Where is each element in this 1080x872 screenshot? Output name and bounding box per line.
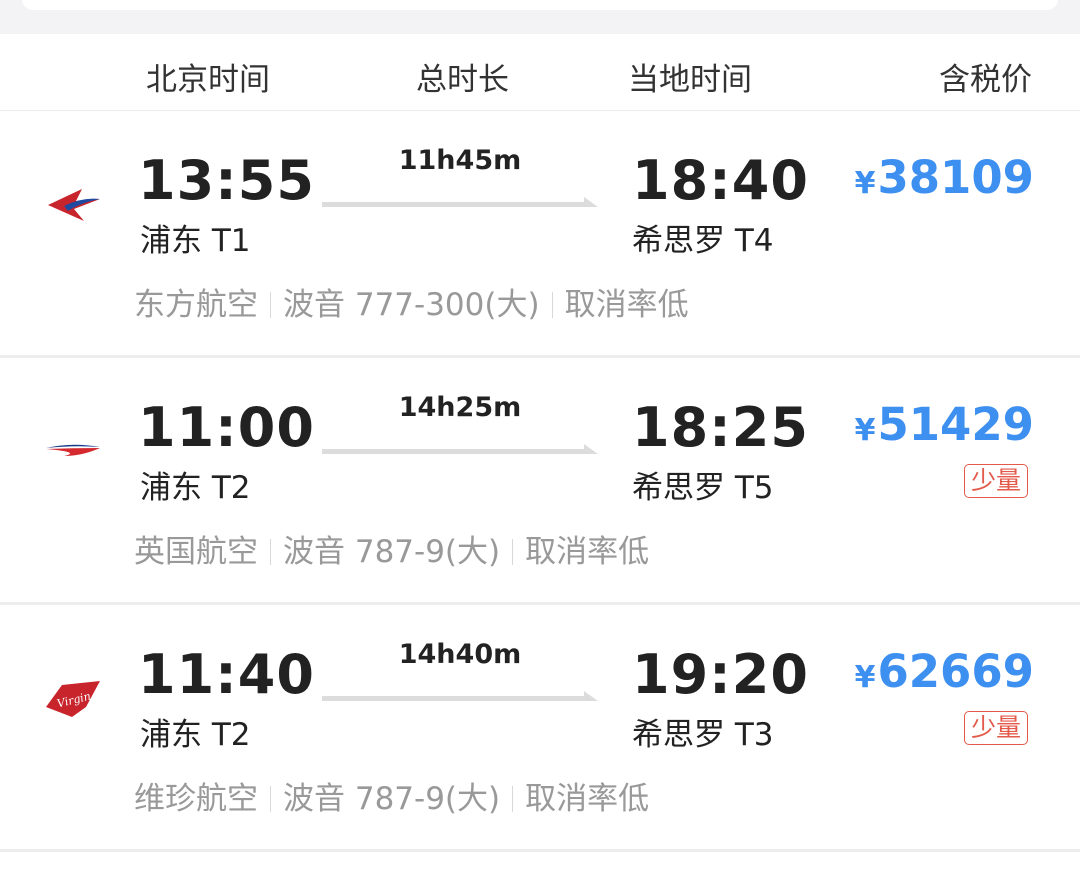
currency-symbol: ¥ — [854, 413, 876, 448]
departure-terminal: 浦东 T1 — [140, 223, 251, 259]
price-value: 62669 — [877, 645, 1034, 698]
airline-name: 东方航空 — [134, 287, 258, 323]
divider — [270, 539, 271, 565]
aircraft-type: 波音 787-9(大) — [283, 781, 501, 817]
aircraft-type: 波音 787-9(大) — [283, 534, 501, 570]
china-eastern-logo-icon — [48, 189, 100, 221]
price: ¥38109 — [855, 151, 1034, 204]
cancel-rate: 取消率低 — [564, 287, 689, 323]
flight-meta: 东方航空 波音 777-300(大) 取消率低 — [134, 279, 689, 324]
departure-time: 13:55 — [138, 149, 315, 212]
price-value: 51429 — [877, 398, 1034, 451]
duration-arrow-icon — [322, 197, 598, 207]
aircraft-type: 波音 777-300(大) — [283, 287, 540, 323]
divider — [270, 292, 271, 318]
virgin-atlantic-logo-icon: Virgin — [46, 681, 100, 717]
flight-duration: 11h45m — [398, 145, 522, 176]
departure-terminal: 浦东 T2 — [140, 717, 251, 753]
arrival-terminal: 希思罗 T3 — [632, 717, 774, 753]
flight-meta: 维珍航空 波音 787-9(大) 取消率低 — [134, 773, 649, 818]
divider — [270, 786, 271, 812]
price: ¥51429 — [855, 398, 1034, 451]
british-airways-logo-icon — [46, 444, 100, 456]
header-price[interactable]: 含税价 — [939, 54, 1032, 99]
limited-seats-badge: 少量 — [963, 464, 1028, 498]
currency-symbol: ¥ — [854, 660, 876, 695]
cancel-rate: 取消率低 — [525, 534, 650, 570]
price: ¥62669 — [855, 645, 1034, 698]
flight-duration: 14h25m — [398, 392, 522, 423]
duration-arrow-icon — [322, 691, 598, 701]
top-search-area — [0, 0, 1080, 34]
arrival-terminal: 希思罗 T4 — [632, 223, 774, 259]
flight-duration: 14h40m — [398, 639, 522, 670]
column-header: 北京时间 总时长 当地时间 含税价 — [0, 34, 1080, 111]
departure-time: 11:40 — [138, 643, 315, 706]
flight-meta: 英国航空 波音 787-9(大) 取消率低 — [134, 526, 649, 571]
currency-symbol: ¥ — [854, 166, 876, 201]
divider — [551, 292, 553, 318]
price-value: 38109 — [877, 151, 1034, 204]
airline-name: 英国航空 — [134, 534, 258, 570]
search-box[interactable] — [22, 0, 1058, 10]
arrival-time: 18:40 — [632, 149, 809, 212]
airline-name: 维珍航空 — [134, 781, 258, 817]
flight-row[interactable]: Virgin 11:40 浦东 T2 14h40m 19:20 希思罗 T3 ¥… — [0, 605, 1080, 852]
arrival-terminal: 希思罗 T5 — [632, 470, 774, 506]
divider — [512, 539, 514, 565]
departure-time: 11:00 — [138, 396, 315, 459]
arrival-time: 18:25 — [632, 396, 809, 459]
flight-row[interactable]: 13:55 浦东 T1 11h45m 18:40 希思罗 T4 ¥38109 东… — [0, 111, 1080, 358]
departure-terminal: 浦东 T2 — [140, 470, 251, 506]
header-beijing-time: 北京时间 — [146, 62, 270, 98]
header-local-time: 当地时间 — [628, 62, 752, 98]
duration-arrow-icon — [322, 444, 598, 454]
divider — [512, 786, 514, 812]
header-total-duration: 总时长 — [416, 62, 509, 98]
cancel-rate: 取消率低 — [525, 781, 650, 817]
limited-seats-badge: 少量 — [963, 711, 1028, 745]
flight-row[interactable]: 11:00 浦东 T2 14h25m 18:25 希思罗 T5 ¥51429 少… — [0, 358, 1080, 605]
arrival-time: 19:20 — [632, 643, 809, 706]
